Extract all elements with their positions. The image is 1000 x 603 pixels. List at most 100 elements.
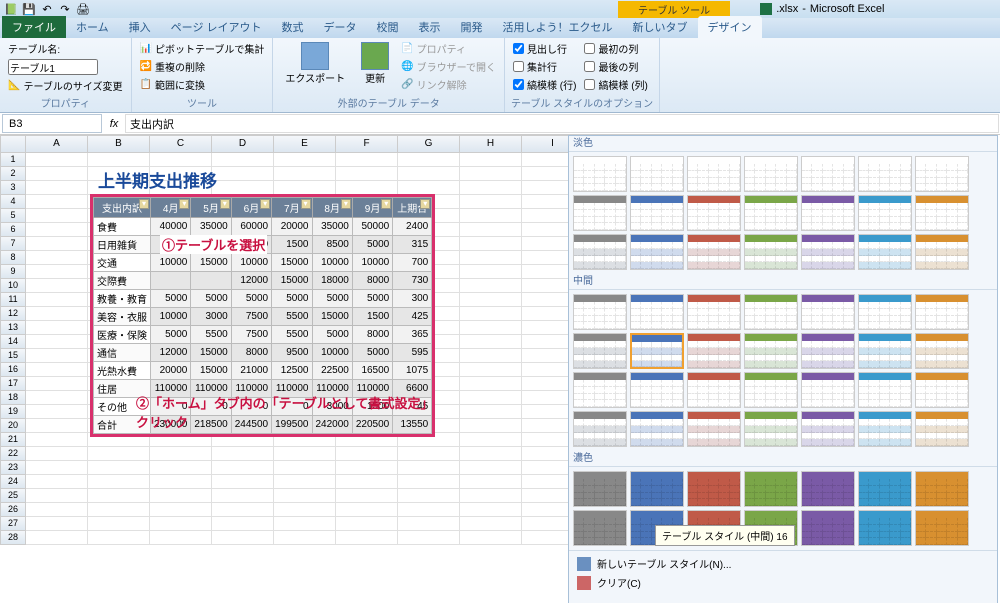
row-header[interactable]: 1 [0, 153, 26, 167]
table-cell[interactable]: 交通 [94, 254, 151, 272]
table-cell[interactable]: 1500 [352, 308, 392, 326]
style-swatch[interactable] [915, 333, 969, 369]
style-swatch[interactable] [744, 333, 798, 369]
table-cell[interactable]: 5000 [312, 290, 352, 308]
table-cell[interactable]: 365 [393, 326, 432, 344]
table-header[interactable]: 8月▾ [312, 198, 352, 218]
table-cell[interactable]: 60000 [231, 218, 271, 236]
col-header[interactable]: E [274, 135, 336, 153]
style-swatch[interactable] [915, 195, 969, 231]
row-header[interactable]: 5 [0, 209, 26, 223]
tab-new[interactable]: 新しいタブ [623, 16, 698, 38]
table-cell[interactable] [151, 272, 191, 290]
undo-icon[interactable]: ↶ [40, 2, 54, 16]
filter-icon[interactable]: ▾ [220, 199, 230, 209]
style-swatch[interactable] [687, 471, 741, 507]
tab-home[interactable]: ホーム [66, 16, 119, 38]
style-swatch[interactable] [915, 234, 969, 270]
new-table-style[interactable]: 新しいテーブル スタイル(N)... [577, 554, 989, 573]
style-swatch[interactable] [915, 510, 969, 546]
table-cell[interactable]: 8000 [352, 326, 392, 344]
table-cell[interactable]: 300 [393, 290, 432, 308]
row-header[interactable]: 8 [0, 251, 26, 265]
tab-data[interactable]: データ [314, 16, 367, 38]
table-cell[interactable]: 40000 [151, 218, 191, 236]
table-cell[interactable]: 医療・保険 [94, 326, 151, 344]
style-swatch[interactable] [858, 333, 912, 369]
row-header[interactable]: 20 [0, 419, 26, 433]
style-swatch[interactable] [630, 234, 684, 270]
row-header[interactable]: 15 [0, 349, 26, 363]
table-header[interactable]: 7月▾ [272, 198, 312, 218]
style-swatch[interactable] [573, 411, 627, 447]
table-header[interactable]: 支出内訳▾ [94, 198, 151, 218]
filter-icon[interactable]: ▾ [260, 199, 270, 209]
row-header[interactable]: 22 [0, 447, 26, 461]
style-swatch[interactable] [744, 195, 798, 231]
table-cell[interactable]: 10000 [231, 254, 271, 272]
row-header[interactable]: 23 [0, 461, 26, 475]
row-header[interactable]: 7 [0, 237, 26, 251]
table-cell[interactable]: 20000 [272, 218, 312, 236]
style-swatch[interactable] [801, 333, 855, 369]
table-cell[interactable]: 15000 [272, 254, 312, 272]
table-cell[interactable]: 5000 [191, 290, 231, 308]
table-cell[interactable]: 交際費 [94, 272, 151, 290]
filter-icon[interactable]: ▾ [420, 199, 430, 209]
filter-icon[interactable]: ▾ [341, 199, 351, 209]
table-cell[interactable]: 光熱水費 [94, 362, 151, 380]
style-swatch[interactable] [687, 372, 741, 408]
table-name-input[interactable] [8, 59, 98, 75]
style-swatch[interactable] [801, 510, 855, 546]
fx-icon[interactable]: fx [104, 113, 124, 134]
export-button[interactable]: エクスポート [279, 40, 351, 95]
tab-review[interactable]: 校閲 [367, 16, 409, 38]
style-swatch[interactable] [687, 156, 741, 192]
style-swatch[interactable] [573, 234, 627, 270]
table-header[interactable]: 上期合▾ [393, 198, 432, 218]
style-swatch[interactable] [630, 195, 684, 231]
refresh-button[interactable]: 更新 [355, 40, 395, 95]
table-cell[interactable]: 22500 [312, 362, 352, 380]
table-cell[interactable]: 5000 [312, 326, 352, 344]
col-header[interactable]: A [26, 135, 88, 153]
style-swatch[interactable] [801, 372, 855, 408]
style-swatch[interactable] [744, 411, 798, 447]
style-swatch[interactable] [687, 294, 741, 330]
table-cell[interactable]: 50000 [352, 218, 392, 236]
table-cell[interactable]: 3000 [191, 308, 231, 326]
table-cell[interactable]: 美容・衣服 [94, 308, 151, 326]
table-cell[interactable]: 5000 [151, 290, 191, 308]
chk-total-row[interactable]: 集計行 [511, 58, 578, 75]
table-cell[interactable]: 1075 [393, 362, 432, 380]
row-header[interactable]: 11 [0, 293, 26, 307]
table-cell[interactable]: 5000 [272, 290, 312, 308]
table-cell[interactable]: 5000 [151, 326, 191, 344]
table-cell[interactable]: 5500 [272, 308, 312, 326]
style-swatch[interactable] [915, 156, 969, 192]
tab-insert[interactable]: 挿入 [119, 16, 161, 38]
style-swatch[interactable] [687, 234, 741, 270]
print-icon[interactable]: 🖨 [76, 2, 90, 16]
table-cell[interactable]: 15000 [272, 272, 312, 290]
table-cell[interactable]: 315 [393, 236, 432, 254]
style-swatch[interactable] [915, 372, 969, 408]
style-swatch[interactable] [858, 156, 912, 192]
table-cell[interactable]: 12000 [151, 344, 191, 362]
table-cell[interactable]: 1500 [272, 236, 312, 254]
row-header[interactable]: 24 [0, 475, 26, 489]
formula-input[interactable]: 支出内訳 [125, 114, 999, 133]
tab-page-layout[interactable]: ページ レイアウト [161, 16, 272, 38]
table-cell[interactable]: 5000 [352, 290, 392, 308]
col-header[interactable]: B [88, 135, 150, 153]
row-header[interactable]: 4 [0, 195, 26, 209]
style-swatch[interactable] [744, 372, 798, 408]
table-header[interactable]: 4月▾ [151, 198, 191, 218]
style-swatch[interactable] [801, 195, 855, 231]
row-header[interactable]: 3 [0, 181, 26, 195]
table-cell[interactable]: 21000 [231, 362, 271, 380]
style-swatch[interactable] [915, 411, 969, 447]
table-cell[interactable]: 日用雑貨 [94, 236, 151, 254]
table-cell[interactable]: 5500 [272, 326, 312, 344]
table-cell[interactable]: 35000 [191, 218, 231, 236]
